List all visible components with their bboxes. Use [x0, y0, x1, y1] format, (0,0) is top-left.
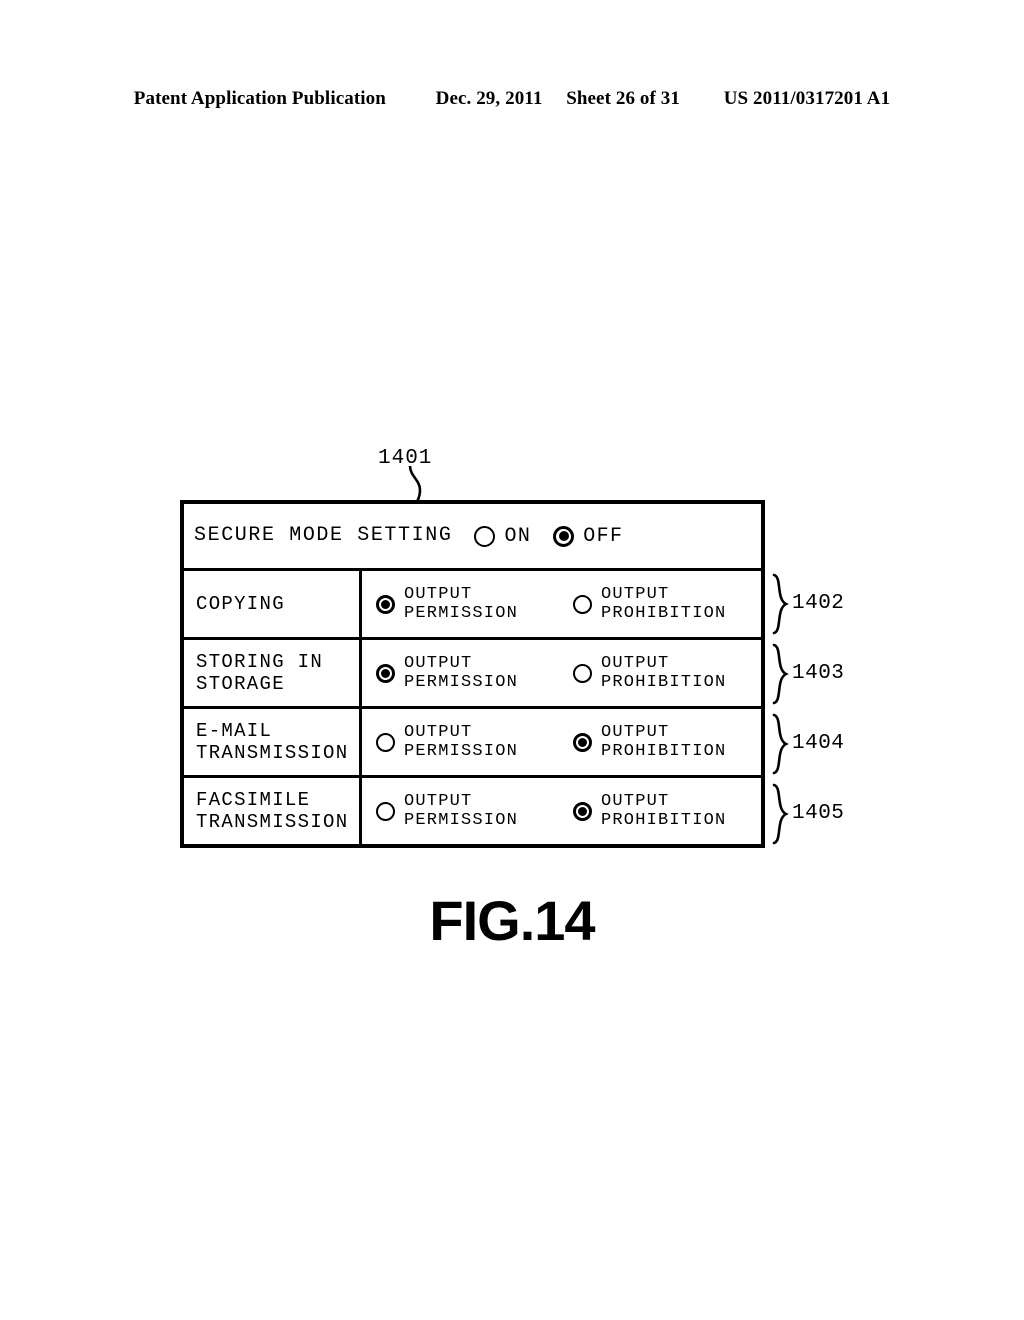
storing-output-permission-option[interactable]: OUTPUT PERMISSION: [376, 654, 573, 693]
output-permission-label: OUTPUT PERMISSION: [404, 791, 519, 830]
output-prohibition-label: OUTPUT PROHIBITION: [601, 791, 727, 830]
row-label-cell: FACSIMILE TRANSMISSION: [184, 778, 362, 844]
radio-off-icon[interactable]: [573, 594, 592, 614]
row-name-storing-in-storage: STORING IN STORAGE: [196, 650, 324, 695]
secure-mode-settings-panel: SECURE MODE SETTING ON OFF COPYING OUTPU…: [180, 500, 765, 848]
reference-numeral-1403: 1403: [792, 662, 845, 685]
output-permission-label: OUTPUT PERMISSION: [404, 722, 519, 761]
reference-numeral-1405: 1405: [792, 802, 845, 825]
curly-brace-icon: [772, 643, 789, 704]
row-label-cell: E-MAIL TRANSMISSION: [184, 709, 362, 775]
email-output-prohibition-option[interactable]: OUTPUT PROHIBITION: [573, 723, 726, 762]
brace-callout-1405: 1405: [770, 779, 844, 848]
radio-off-icon[interactable]: [474, 525, 496, 547]
row-name-email-transmission: E-MAIL TRANSMISSION: [196, 719, 349, 764]
curly-brace-icon: [772, 573, 789, 634]
table-row-copying: COPYING OUTPUT PERMISSION OUTPUT PROHIBI…: [184, 568, 761, 637]
facsimile-output-prohibition-option[interactable]: OUTPUT PROHIBITION: [573, 792, 726, 831]
leader-line-1401: [408, 466, 422, 502]
copying-output-permission-option[interactable]: OUTPUT PERMISSION: [376, 585, 573, 624]
output-prohibition-label: OUTPUT PROHIBITION: [601, 653, 727, 692]
secure-mode-setting-label: SECURE MODE SETTING: [194, 523, 453, 547]
storing-output-prohibition-option[interactable]: OUTPUT PROHIBITION: [573, 654, 726, 693]
radio-selected-icon[interactable]: [376, 663, 395, 683]
row-options-cell: OUTPUT PERMISSION OUTPUT PROHIBITION: [362, 709, 761, 775]
brace-callout-1404: 1404: [770, 709, 844, 778]
copying-output-prohibition-option[interactable]: OUTPUT PROHIBITION: [573, 585, 726, 624]
figure-caption: FIG.14: [429, 889, 595, 952]
table-row-storing-in-storage: STORING IN STORAGE OUTPUT PERMISSION OUT…: [184, 637, 761, 706]
reference-numeral-1404: 1404: [792, 732, 845, 755]
row-name-facsimile-transmission: FACSIMILE TRANSMISSION: [196, 788, 349, 833]
radio-selected-icon[interactable]: [376, 594, 395, 614]
row-options-cell: OUTPUT PERMISSION OUTPUT PROHIBITION: [362, 571, 761, 637]
secure-mode-on-label: ON: [504, 524, 532, 548]
figure-14: 1401 SECURE MODE SETTING ON OFF COPYING: [0, 0, 1024, 1320]
radio-off-icon[interactable]: [376, 732, 395, 752]
output-permission-label: OUTPUT PERMISSION: [404, 584, 519, 623]
row-name-copying: COPYING: [196, 592, 285, 615]
radio-selected-icon[interactable]: [573, 732, 592, 752]
radio-selected-icon[interactable]: [573, 801, 592, 821]
radio-off-icon[interactable]: [376, 801, 395, 821]
email-output-permission-option[interactable]: OUTPUT PERMISSION: [376, 723, 573, 762]
curly-brace-icon: [772, 713, 789, 774]
secure-mode-off-label: OFF: [583, 524, 624, 548]
table-row-email-transmission: E-MAIL TRANSMISSION OUTPUT PERMISSION OU…: [184, 706, 761, 775]
radio-selected-icon[interactable]: [553, 525, 575, 547]
row-label-cell: STORING IN STORAGE: [184, 640, 362, 706]
secure-mode-off-option[interactable]: OFF: [553, 525, 623, 548]
table-row-facsimile-transmission: FACSIMILE TRANSMISSION OUTPUT PERMISSION…: [184, 775, 761, 844]
output-permission-label: OUTPUT PERMISSION: [404, 653, 519, 692]
curly-brace-icon: [772, 783, 789, 844]
facsimile-output-permission-option[interactable]: OUTPUT PERMISSION: [376, 792, 573, 831]
row-options-cell: OUTPUT PERMISSION OUTPUT PROHIBITION: [362, 778, 761, 844]
output-prohibition-label: OUTPUT PROHIBITION: [601, 584, 727, 623]
secure-mode-setting-row: SECURE MODE SETTING ON OFF: [184, 504, 761, 568]
row-options-cell: OUTPUT PERMISSION OUTPUT PROHIBITION: [362, 640, 761, 706]
radio-off-icon[interactable]: [573, 663, 592, 683]
brace-callout-1402: 1402: [770, 569, 844, 638]
brace-callout-1403: 1403: [770, 639, 844, 708]
output-prohibition-label: OUTPUT PROHIBITION: [601, 722, 727, 761]
row-label-cell: COPYING: [184, 571, 362, 637]
reference-numeral-1402: 1402: [792, 592, 845, 615]
secure-mode-on-option[interactable]: ON: [474, 525, 531, 548]
